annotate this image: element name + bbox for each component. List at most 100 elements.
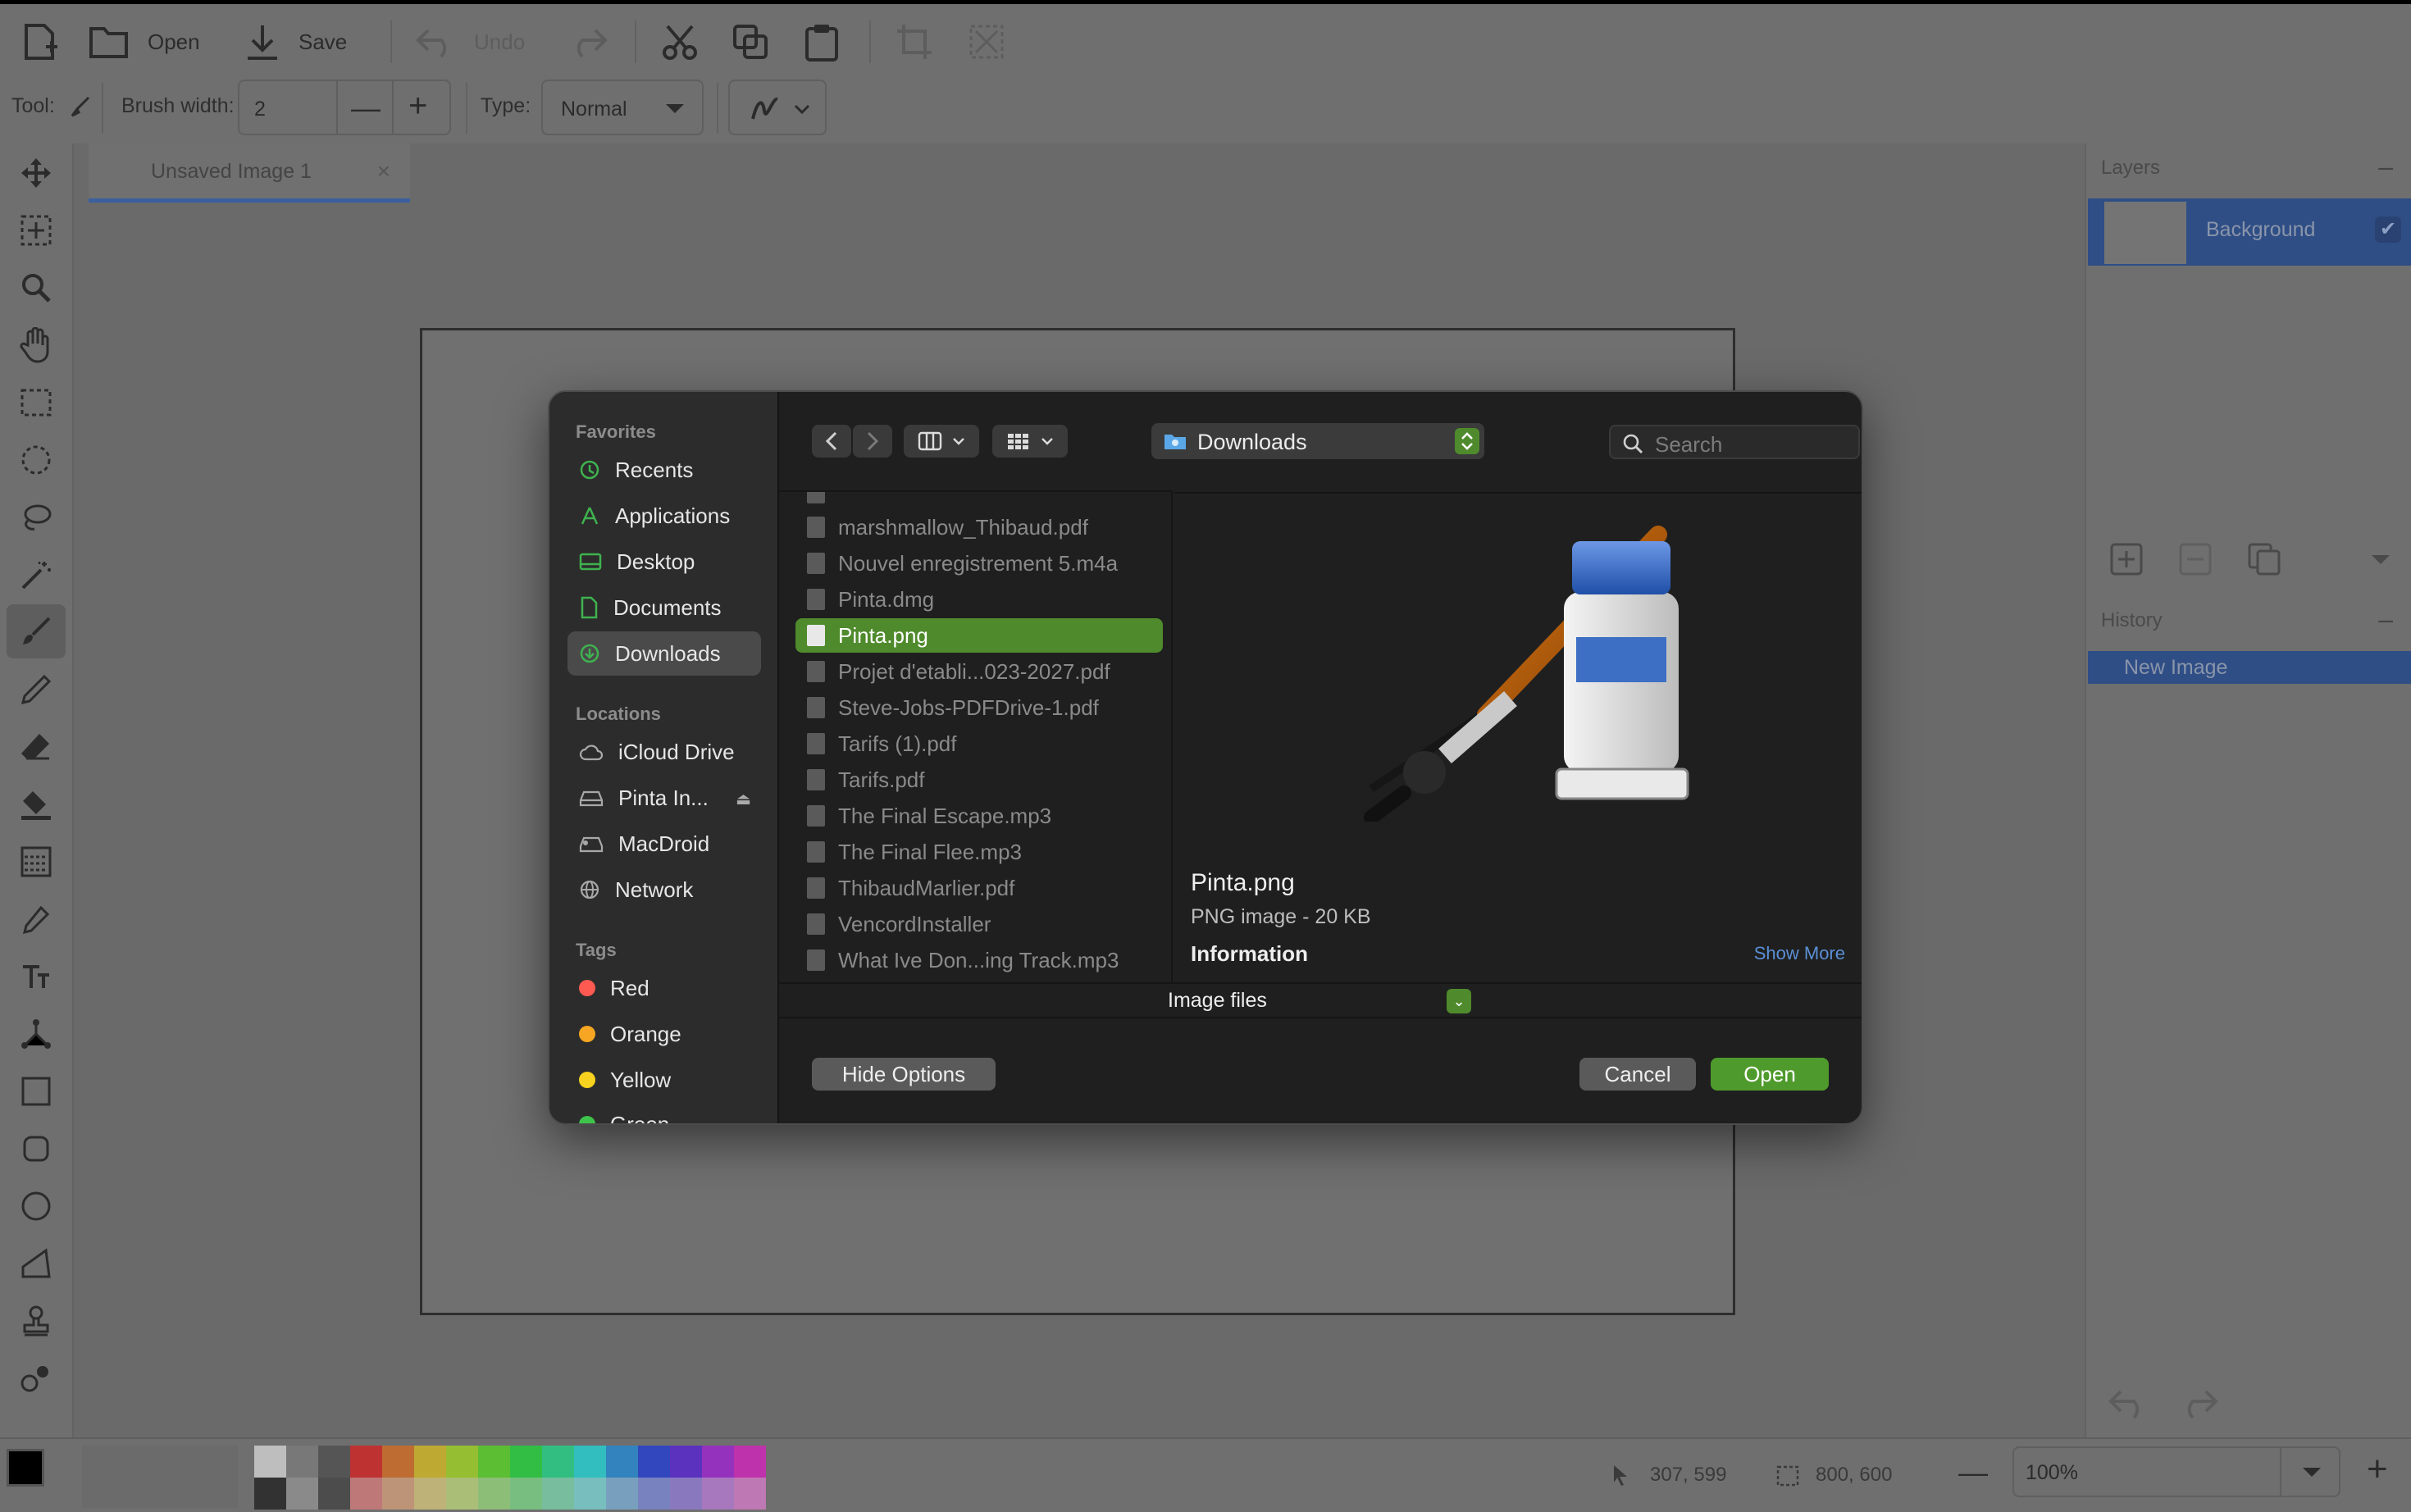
file-row[interactable]: Tarifs (1).pdf [795,726,1163,761]
clone-stamp-tool[interactable] [16,1301,56,1341]
copy-button[interactable] [732,19,769,65]
palette-swatch[interactable] [382,1446,414,1478]
palette-swatch[interactable] [318,1478,350,1510]
rounded-rectangle-tool[interactable] [16,1129,56,1168]
undo-button[interactable]: Undo [415,19,525,65]
antialiasing-dropdown[interactable] [728,80,827,135]
show-more-link[interactable]: Show More [1754,943,1845,964]
lasso-select-tool[interactable] [16,498,56,537]
duplicate-layer-button[interactable] [2247,542,2281,581]
palette-swatch[interactable] [702,1478,734,1510]
text-tool[interactable] [16,957,56,996]
paintbrush-tool[interactable] [7,604,66,658]
sidebar-tag-yellow[interactable]: Yellow [567,1058,761,1102]
ellipse-select-tool[interactable] [16,440,56,480]
file-row[interactable]: What Ive Don...ing Track.mp3 [795,943,1163,977]
sidebar-item-network[interactable]: Network [567,868,761,912]
file-row-partial[interactable] [795,492,1163,510]
forward-button[interactable] [853,425,892,458]
palette-swatch[interactable] [670,1446,702,1478]
zoom-in-button[interactable]: + [2367,1449,2388,1490]
file-row[interactable]: marshmallow_Thibaud.pdf [795,510,1163,544]
palette-swatch[interactable] [542,1446,574,1478]
palette-swatch[interactable] [702,1446,734,1478]
palette-swatch[interactable] [638,1446,670,1478]
sidebar-item-icloud[interactable]: iCloud Drive [567,730,761,774]
primary-color-swatch[interactable] [7,1449,44,1487]
palette-swatch[interactable] [670,1478,702,1510]
pan-tool[interactable] [16,326,56,365]
history-undo-button[interactable] [2108,1387,2149,1423]
palette-swatch[interactable] [478,1478,510,1510]
cancel-button[interactable]: Cancel [1579,1058,1696,1091]
delete-layer-button[interactable] [2178,542,2213,581]
crop-button[interactable] [896,19,933,65]
save-button[interactable]: Save [244,19,347,65]
palette-swatch[interactable] [638,1478,670,1510]
hide-options-button[interactable]: Hide Options [812,1058,996,1091]
zoom-out-button[interactable]: — [1958,1455,1988,1490]
file-row[interactable]: The Final Flee.mp3 [795,835,1163,869]
move-selected-tool[interactable] [16,153,56,193]
palette-swatch[interactable] [606,1478,638,1510]
sidebar-item-documents[interactable]: Documents [567,585,761,630]
palette-swatch[interactable] [350,1446,382,1478]
palette-swatch[interactable] [254,1446,286,1478]
add-layer-button[interactable] [2109,542,2144,581]
palette-swatch[interactable] [574,1446,606,1478]
color-picker-tool[interactable] [16,899,56,939]
layer-item[interactable]: Background ✔ [2088,198,2411,266]
sidebar-item-pinta-installer[interactable]: Pinta In... ⏏ [567,776,761,820]
minimize-layers-button[interactable]: – [2378,152,2393,182]
search-field[interactable]: Search [1609,425,1860,459]
file-row[interactable]: The Final Escape.mp3 [795,799,1163,833]
palette-swatch[interactable] [542,1478,574,1510]
palette-swatch[interactable] [510,1478,542,1510]
sidebar-tag-red[interactable]: Red [567,966,761,1010]
sidebar-item-recents[interactable]: Recents [567,448,761,492]
rectangle-select-tool[interactable] [16,383,56,422]
eraser-tool[interactable] [16,727,56,767]
freeform-shape-tool[interactable] [16,1244,56,1283]
palette-swatch[interactable] [478,1446,510,1478]
palette-swatch[interactable] [414,1446,446,1478]
palette-swatch[interactable] [510,1446,542,1478]
sidebar-item-macdroid[interactable]: MacDroid [567,822,761,866]
open-file-button[interactable]: Open [1711,1058,1829,1091]
file-row[interactable]: Projet d'etabli...023-2027.pdf [795,654,1163,689]
zoom-combobox[interactable]: 100% [2012,1446,2340,1497]
redo-button[interactable] [567,19,608,65]
location-popup[interactable]: Downloads [1151,423,1484,459]
sidebar-tag-orange[interactable]: Orange [567,1012,761,1056]
line-curve-tool[interactable] [16,1014,56,1054]
increase-width-button[interactable]: + [408,88,427,125]
palette-swatch[interactable] [286,1478,318,1510]
palette-swatch[interactable] [350,1478,382,1510]
palette-swatch[interactable] [734,1446,766,1478]
palette-swatch[interactable] [318,1446,350,1478]
history-redo-button[interactable] [2178,1387,2219,1423]
file-row[interactable]: Steve-Jobs-PDFDrive-1.pdf [795,690,1163,725]
paint-bucket-tool[interactable] [16,785,56,824]
sidebar-item-downloads[interactable]: Downloads [567,631,761,676]
palette-swatch[interactable] [734,1478,766,1510]
file-row[interactable]: Nouvel enregistrement 5.m4a [795,546,1163,581]
minimize-history-button[interactable]: – [2378,604,2393,635]
back-button[interactable] [812,425,851,458]
palette-swatch[interactable] [574,1478,606,1510]
file-row[interactable]: Pinta.dmg [795,582,1163,617]
recolor-tool[interactable] [16,1359,56,1398]
move-selection-tool[interactable] [16,211,56,250]
history-item[interactable]: New Image [2088,651,2411,684]
layer-menu-button[interactable] [2370,553,2391,571]
sidebar-item-applications[interactable]: Applications [567,494,761,538]
palette-swatch[interactable] [414,1478,446,1510]
file-row[interactable]: VencordInstaller [795,907,1163,941]
palette-swatch[interactable] [446,1478,478,1510]
file-type-filter[interactable]: Image files ⌄ [1153,984,1476,1017]
view-mode-button[interactable] [904,425,979,458]
ellipse-tool[interactable] [16,1186,56,1226]
magic-wand-tool[interactable] [16,555,56,594]
file-row[interactable]: ThibaudMarlier.pdf [795,871,1163,905]
layer-visibility-checkbox[interactable]: ✔ [2375,216,2401,243]
